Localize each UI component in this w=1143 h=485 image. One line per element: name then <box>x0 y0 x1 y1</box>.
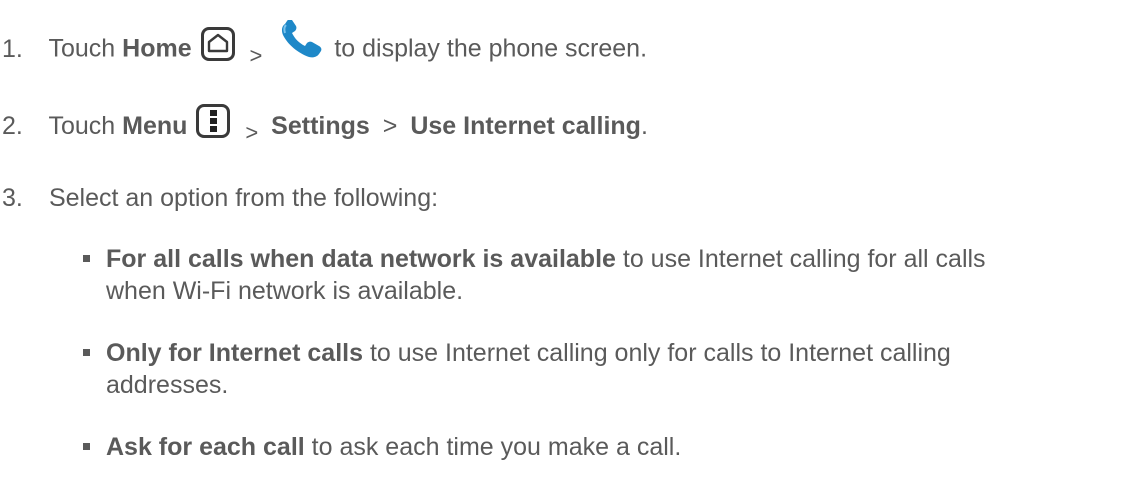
option-line: For all calls when data network is avail… <box>106 243 1136 275</box>
home-label: Home <box>122 34 192 63</box>
step-text: Touch <box>48 34 123 63</box>
option-title: Ask for each call <box>106 433 305 461</box>
option-all-calls: For all calls when data network is avail… <box>106 243 1136 307</box>
option-desc: to ask each time you make a call. <box>304 433 682 461</box>
menu-icon <box>196 104 231 139</box>
period: . <box>640 112 648 140</box>
separator: > <box>245 120 259 145</box>
phone-icon <box>279 19 325 60</box>
option-line-2: addresses. <box>106 371 229 399</box>
bullet <box>83 255 90 262</box>
step-number: 2. <box>2 112 23 140</box>
step-1: 1. Touch Home > to display the phone scr… <box>0 19 648 70</box>
step-text-end: to display the phone screen. <box>334 34 648 63</box>
option-title: For all calls when data network is avail… <box>106 245 616 273</box>
separator: > <box>382 112 398 140</box>
step-number: 1. <box>2 34 23 63</box>
menu-label: Menu <box>122 112 188 140</box>
option-line: Only for Internet calls to use Internet … <box>106 337 1136 369</box>
option-title: Only for Internet calls <box>106 339 364 367</box>
step-text: Touch <box>48 112 123 140</box>
option-line: Ask for each call to ask each time you m… <box>106 431 1136 463</box>
bullet <box>83 349 90 356</box>
home-icon <box>200 27 235 61</box>
option-desc: to use Internet calling for all calls <box>615 245 986 273</box>
option-internet-calls: Only for Internet calls to use Internet … <box>106 337 1136 401</box>
option-ask-each-call: Ask for each call to ask each time you m… <box>106 431 1136 463</box>
step-number: 3. <box>2 184 23 212</box>
use-internet-calling-label: Use Internet calling <box>410 112 641 140</box>
step-3: 3. Select an option from the following: <box>0 182 438 214</box>
settings-label: Settings <box>271 112 370 140</box>
separator: > <box>249 42 263 68</box>
option-desc: to use Internet calling only for calls t… <box>363 339 951 367</box>
bullet <box>83 443 90 450</box>
option-line-2: when Wi-Fi network is available. <box>106 277 464 305</box>
step-text: Select an option from the following: <box>48 184 439 212</box>
step-2: 2. Touch Menu > Settings > Use Internet … <box>0 104 648 145</box>
